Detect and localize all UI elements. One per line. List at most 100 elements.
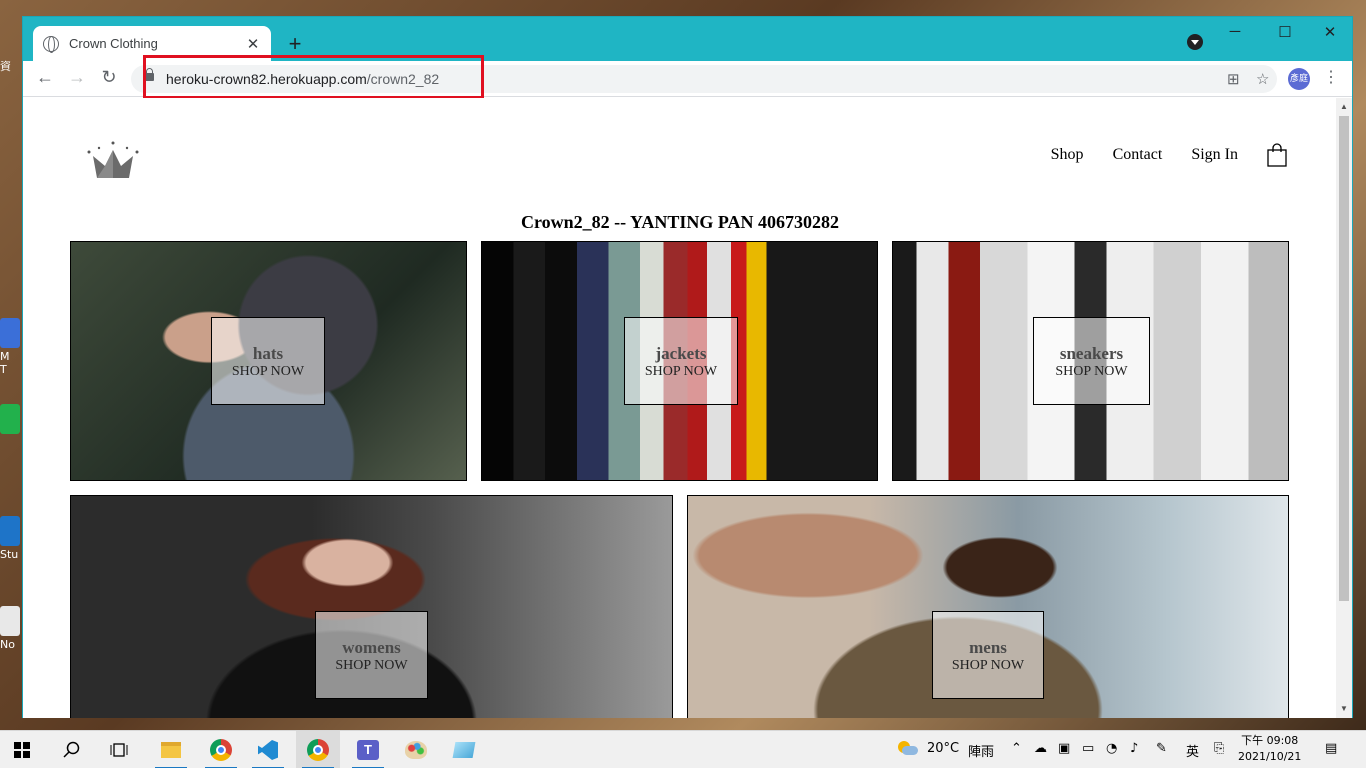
forward-icon[interactable]: → <box>65 67 89 88</box>
new-tab-button[interactable]: + <box>285 31 305 57</box>
task-view-icon <box>110 743 128 757</box>
scrollbar-thumb[interactable] <box>1339 116 1349 601</box>
volume-icon[interactable]: ♪ <box>1130 741 1138 756</box>
category-tile-hats[interactable]: hats SHOP NOW <box>70 241 467 481</box>
scroll-up-icon[interactable]: ▲ <box>1340 102 1348 111</box>
desktop-icon[interactable]: Stu <box>0 516 24 561</box>
vscode-button[interactable] <box>246 731 290 768</box>
app-icon <box>0 404 20 434</box>
category-label[interactable]: sneakers SHOP NOW <box>1033 317 1150 405</box>
globe-icon <box>43 35 59 53</box>
category-tile-jackets[interactable]: jackets SHOP NOW <box>481 241 878 481</box>
category-label[interactable]: jackets SHOP NOW <box>624 317 738 405</box>
chrome-app-button[interactable] <box>199 731 243 768</box>
category-tile-mens[interactable]: mens SHOP NOW <box>687 495 1289 718</box>
nav-sign-in-link[interactable]: Sign In <box>1191 146 1238 164</box>
menu-icon[interactable]: ⋮ <box>1323 67 1339 87</box>
clock[interactable]: 下午 09:08 2021/10/21 <box>1238 733 1301 765</box>
task-view-button[interactable] <box>97 731 141 768</box>
close-window-button[interactable]: ✕ <box>1307 23 1353 41</box>
category-label[interactable]: mens SHOP NOW <box>932 611 1044 699</box>
palette-icon <box>405 741 427 759</box>
pen-icon[interactable]: ✎ <box>1156 741 1167 756</box>
app-icon <box>452 742 476 758</box>
scroll-down-icon[interactable]: ▼ <box>1340 704 1348 713</box>
category-label[interactable]: hats SHOP NOW <box>211 317 325 405</box>
meet-now-icon[interactable]: ▣ <box>1058 741 1070 756</box>
shop-now-text: SHOP NOW <box>1055 364 1128 379</box>
crown-logo-icon[interactable] <box>87 140 139 182</box>
tab-search-icon[interactable] <box>1187 34 1203 50</box>
nav-contact-link[interactable]: Contact <box>1113 146 1163 164</box>
vscode-icon <box>258 740 278 760</box>
shop-now-text: SHOP NOW <box>335 658 408 673</box>
taskbar: T 20°C 陣雨 ⌃ ☁ ▣ ▭ ◔ ♪ ✎ 英 ⎘ 下午 09:08 202… <box>0 730 1366 768</box>
clock-date: 2021/10/21 <box>1238 750 1302 763</box>
start-button[interactable] <box>0 731 44 768</box>
bookmark-star-icon[interactable]: ☆ <box>1256 70 1269 88</box>
back-icon[interactable]: ← <box>33 67 57 88</box>
desktop-icon-label: No <box>0 638 15 651</box>
file-explorer-button[interactable] <box>149 731 193 768</box>
input-mode-icon[interactable]: ⎘ <box>1214 741 1224 756</box>
paint-button[interactable] <box>394 731 438 768</box>
desktop-icon[interactable] <box>0 404 24 436</box>
profile-avatar[interactable]: 彥庭 <box>1288 68 1310 90</box>
clock-time: 下午 09:08 <box>1241 734 1299 747</box>
chrome-icon <box>307 739 329 761</box>
page-title: Crown2_82 -- YANTING PAN 406730282 <box>520 212 839 232</box>
battery-icon[interactable]: ▭ <box>1082 741 1094 756</box>
category-name: sneakers <box>1059 344 1124 363</box>
reload-icon[interactable]: ↻ <box>97 67 121 88</box>
chrome-icon <box>210 739 232 761</box>
nav-shop-link[interactable]: Shop <box>1051 146 1084 164</box>
app-icon <box>0 606 20 636</box>
category-name: hats <box>252 344 284 363</box>
desktop-icon-label: T <box>0 363 7 376</box>
tab-title: Crown Clothing <box>69 36 158 51</box>
category-label[interactable]: womens SHOP NOW <box>315 611 428 699</box>
desktop-icon-label: Stu <box>0 548 19 561</box>
notification-icon[interactable]: ▤ <box>1325 741 1337 756</box>
translate-icon[interactable]: ⊞ <box>1227 70 1240 88</box>
shop-now-text: SHOP NOW <box>951 658 1025 673</box>
desktop-icon-label: 資 <box>0 60 11 73</box>
desktop-icon[interactable]: No <box>0 606 24 651</box>
category-name: mens <box>969 638 1007 657</box>
category-tile-womens[interactable]: womens SHOP NOW <box>70 495 673 718</box>
category-tile-sneakers[interactable]: sneakers SHOP NOW <box>892 241 1289 481</box>
ime-indicator[interactable]: 英 <box>1186 741 1199 760</box>
minimize-button[interactable]: ─ <box>1212 23 1258 40</box>
onedrive-icon[interactable]: ☁ <box>1034 741 1047 756</box>
weather-icon[interactable] <box>896 739 918 759</box>
desktop-icon[interactable]: 資 <box>0 58 24 74</box>
site-nav: Shop Contact Sign In <box>1051 143 1287 167</box>
shopping-bag-icon[interactable] <box>1267 143 1287 167</box>
category-name: womens <box>342 638 401 657</box>
weather-text[interactable]: 陣雨 <box>968 741 994 760</box>
app-icon <box>0 516 20 546</box>
search-button[interactable] <box>50 731 94 768</box>
url-highlight-box <box>143 55 484 99</box>
weather-temp[interactable]: 20°C <box>927 741 959 756</box>
desktop-icon[interactable]: M T <box>0 318 24 376</box>
web-page: Shop Contact Sign In Crown2_82 -- YANTIN… <box>23 98 1337 718</box>
tab-close-icon[interactable]: ✕ <box>245 35 261 53</box>
chrome-profile-button[interactable] <box>296 731 340 768</box>
app-button[interactable] <box>442 731 486 768</box>
app-icon <box>0 318 20 348</box>
desktop-icon-label: M <box>0 350 10 363</box>
search-icon <box>63 741 80 758</box>
page-scrollbar[interactable]: ▲ ▼ <box>1336 98 1352 718</box>
wifi-icon[interactable]: ◔ <box>1106 741 1117 756</box>
maximize-button[interactable]: ☐ <box>1262 23 1308 41</box>
chevron-up-icon[interactable]: ⌃ <box>1011 741 1022 756</box>
teams-button[interactable]: T <box>346 731 390 768</box>
folder-icon <box>161 742 181 758</box>
teams-icon: T <box>357 740 379 760</box>
shop-now-text: SHOP NOW <box>231 364 305 379</box>
windows-icon <box>14 742 30 758</box>
category-name: jackets <box>655 344 707 363</box>
browser-window: Crown Clothing ✕ + ─ ☐ ✕ ← → ↻ heroku-cr… <box>22 16 1353 718</box>
shop-now-text: SHOP NOW <box>644 364 718 379</box>
